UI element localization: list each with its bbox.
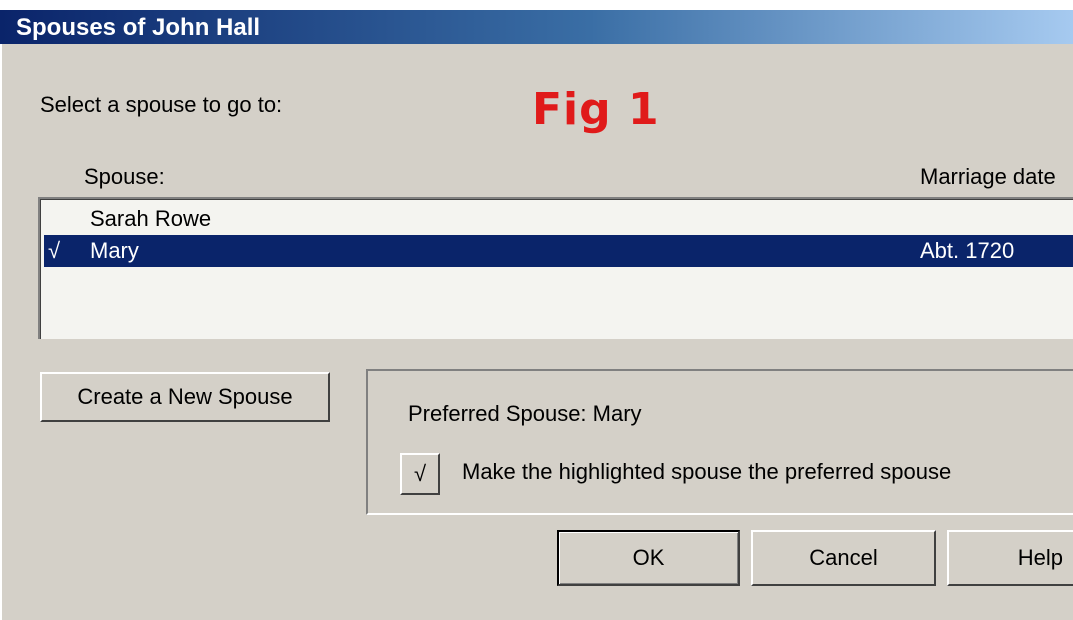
title-bar[interactable]: Spouses of John Hall [0, 0, 1073, 44]
column-header-spouse[interactable]: Spouse: [84, 164, 165, 190]
preferred-spouse-label: Preferred Spouse: Mary [408, 401, 642, 426]
list-item[interactable]: Sarah Rowe [44, 203, 1073, 235]
window-title: Spouses of John Hall [16, 14, 261, 41]
spouse-list[interactable]: Sarah Rowe √ Mary Abt. 1720 [38, 197, 1073, 339]
spouse-name: Sarah Rowe [90, 206, 212, 231]
make-preferred-label: Make the highlighted spouse the preferre… [462, 459, 952, 484]
list-item[interactable]: √ Mary Abt. 1720 [44, 235, 1073, 267]
marriage-date: Abt. 1720 [920, 238, 1015, 263]
select-spouse-prompt: Select a spouse to go to: [40, 92, 283, 117]
spouse-name: Mary [90, 238, 139, 263]
ok-button[interactable]: OK [557, 530, 740, 586]
cancel-button[interactable]: Cancel [751, 530, 936, 586]
create-new-spouse-button[interactable]: Create a New Spouse [40, 372, 330, 422]
help-button[interactable]: Help [947, 530, 1073, 586]
make-preferred-toggle-button[interactable]: √ [400, 453, 440, 495]
preferred-check-icon: √ [48, 238, 61, 263]
preferred-spouse-group: Preferred Spouse: Mary √ Make the highli… [366, 369, 1073, 515]
spouses-dialog: Select a spouse to go to: Fig 1 Spouse: … [0, 44, 1073, 620]
column-header-marriage-date[interactable]: Marriage date [920, 164, 1056, 190]
figure-annotation: Fig 1 [532, 84, 660, 135]
